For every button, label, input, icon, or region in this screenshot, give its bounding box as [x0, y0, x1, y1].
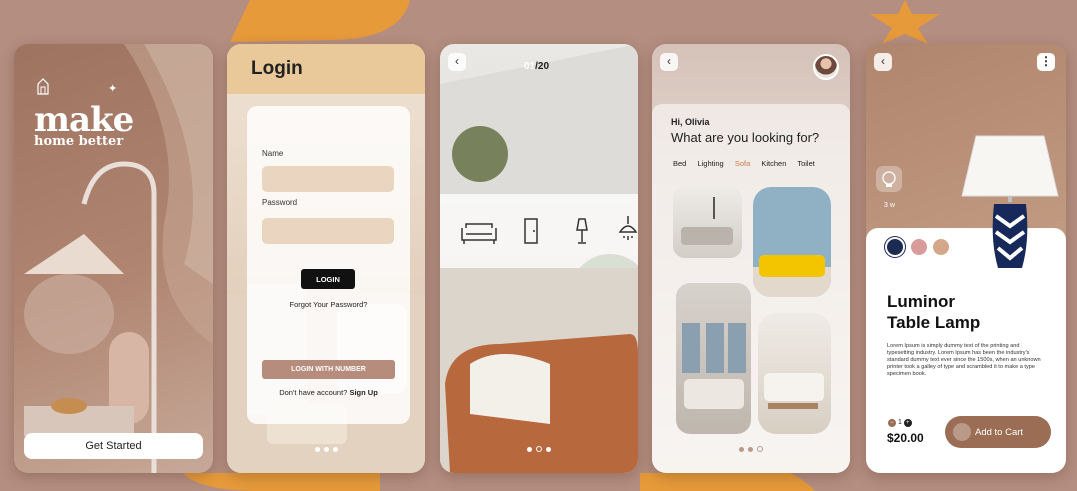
page-indicator	[652, 439, 850, 457]
forgot-password-link[interactable]: Forgot Your Password?	[247, 300, 410, 309]
cart-icon	[953, 423, 971, 441]
tab-kitchen[interactable]: Kitchen	[761, 159, 786, 168]
get-started-button[interactable]: Get Started	[24, 433, 203, 459]
password-input[interactable]	[262, 218, 394, 244]
page-indicator	[227, 439, 425, 457]
category-tabs: Bed Lighting Sofa Kitchen Toilet	[673, 159, 824, 168]
page-dot	[739, 447, 744, 452]
login-card: Name Password LOGIN Forgot Your Password…	[247, 106, 410, 424]
page-dot	[536, 446, 542, 452]
chevron-left-icon: ‹	[881, 54, 885, 68]
login-header: Login	[227, 44, 425, 94]
page-title: Login	[251, 58, 303, 79]
tab-sofa[interactable]: Sofa	[735, 159, 750, 168]
avatar[interactable]	[813, 54, 839, 80]
quantity-stepper[interactable]: − 1 +	[888, 419, 912, 427]
page-dot	[527, 447, 532, 452]
tab-bed[interactable]: Bed	[673, 159, 686, 168]
product-card[interactable]	[753, 187, 831, 297]
category-icon-bar	[440, 194, 638, 268]
signup-row: Don't have account? Sign Up	[247, 388, 410, 397]
name-input[interactable]	[262, 166, 394, 192]
more-vertical-icon: ⋮	[1040, 54, 1052, 68]
page-dot	[332, 447, 338, 452]
house-icon	[37, 78, 49, 95]
current-slide: 01	[524, 61, 536, 72]
product-price: $20.00	[887, 431, 924, 445]
color-swatch-pink[interactable]	[911, 239, 927, 255]
product-name: Luminor Table Lamp	[887, 291, 1027, 333]
product-description: Lorem Ipsum is simply dummy text of the …	[887, 343, 1041, 377]
login-button[interactable]: LOGIN	[301, 269, 355, 289]
search-prompt: What are you looking for?	[671, 130, 820, 145]
no-account-text: Don't have account?	[279, 388, 348, 397]
more-options-button[interactable]: ⋮	[1037, 53, 1055, 71]
page-indicator	[440, 439, 638, 457]
product-card[interactable]	[758, 313, 831, 434]
sign-up-link[interactable]: Sign Up	[349, 388, 377, 397]
product-detail-screen: ‹ ⋮ 3 w Luminor Table Lamp Lorem Ipsum i…	[866, 44, 1066, 473]
wattage: 3 w	[884, 202, 895, 209]
add-to-cart-button[interactable]: Add to Cart	[945, 416, 1051, 448]
door-icon[interactable]	[522, 216, 540, 246]
lamp-icon[interactable]	[573, 216, 591, 246]
product-card[interactable]	[676, 283, 751, 434]
greeting: Hi, Olivia	[671, 117, 710, 127]
slide-counter: 01/20	[524, 61, 549, 72]
page-dot	[757, 446, 763, 452]
chevron-left-icon: ‹	[455, 54, 459, 68]
tab-toilet[interactable]: Toilet	[797, 159, 815, 168]
home-screen: ‹ Hi, Olivia What are you looking for? B…	[652, 44, 850, 473]
password-label: Password	[262, 198, 298, 207]
back-button[interactable]: ‹	[448, 53, 466, 71]
color-swatch-navy[interactable]	[887, 239, 903, 255]
sparkle-icon: ✦	[108, 83, 118, 95]
product-name-line2: Table Lamp	[887, 313, 981, 332]
name-label: Name	[262, 149, 284, 158]
page-dot	[546, 447, 551, 452]
page-dot	[323, 447, 329, 452]
page-dot	[748, 447, 753, 452]
splash-screen: ✦ make home better Get Started	[14, 44, 213, 473]
product-name-line1: Luminor	[887, 292, 955, 311]
page-dot	[314, 447, 320, 452]
login-with-number-button[interactable]: LOGIN WITH NUMBER	[262, 360, 395, 379]
chevron-left-icon: ‹	[667, 54, 671, 68]
table-lamp-image	[961, 135, 1059, 268]
brand-subtitle: home better	[34, 134, 124, 149]
product-card[interactable]	[673, 187, 742, 258]
sofa-icon[interactable]	[458, 216, 500, 246]
category-screen: ‹ 01/20	[440, 44, 638, 473]
color-swatch-tan[interactable]	[933, 239, 949, 255]
tab-lighting[interactable]: Lighting	[697, 159, 723, 168]
bulb-icon	[876, 166, 902, 192]
back-button[interactable]: ‹	[660, 53, 678, 71]
back-button[interactable]: ‹	[874, 53, 892, 71]
total-slides: /20	[535, 61, 550, 72]
quantity-value: 1	[897, 419, 902, 426]
minus-icon[interactable]: −	[888, 419, 896, 427]
plus-icon[interactable]: +	[903, 419, 912, 427]
ceiling-lamp-icon[interactable]	[618, 216, 638, 246]
add-to-cart-label: Add to Cart	[975, 426, 1024, 438]
login-screen: Login Name Password LOGIN Forgot Your Pa…	[227, 44, 425, 473]
